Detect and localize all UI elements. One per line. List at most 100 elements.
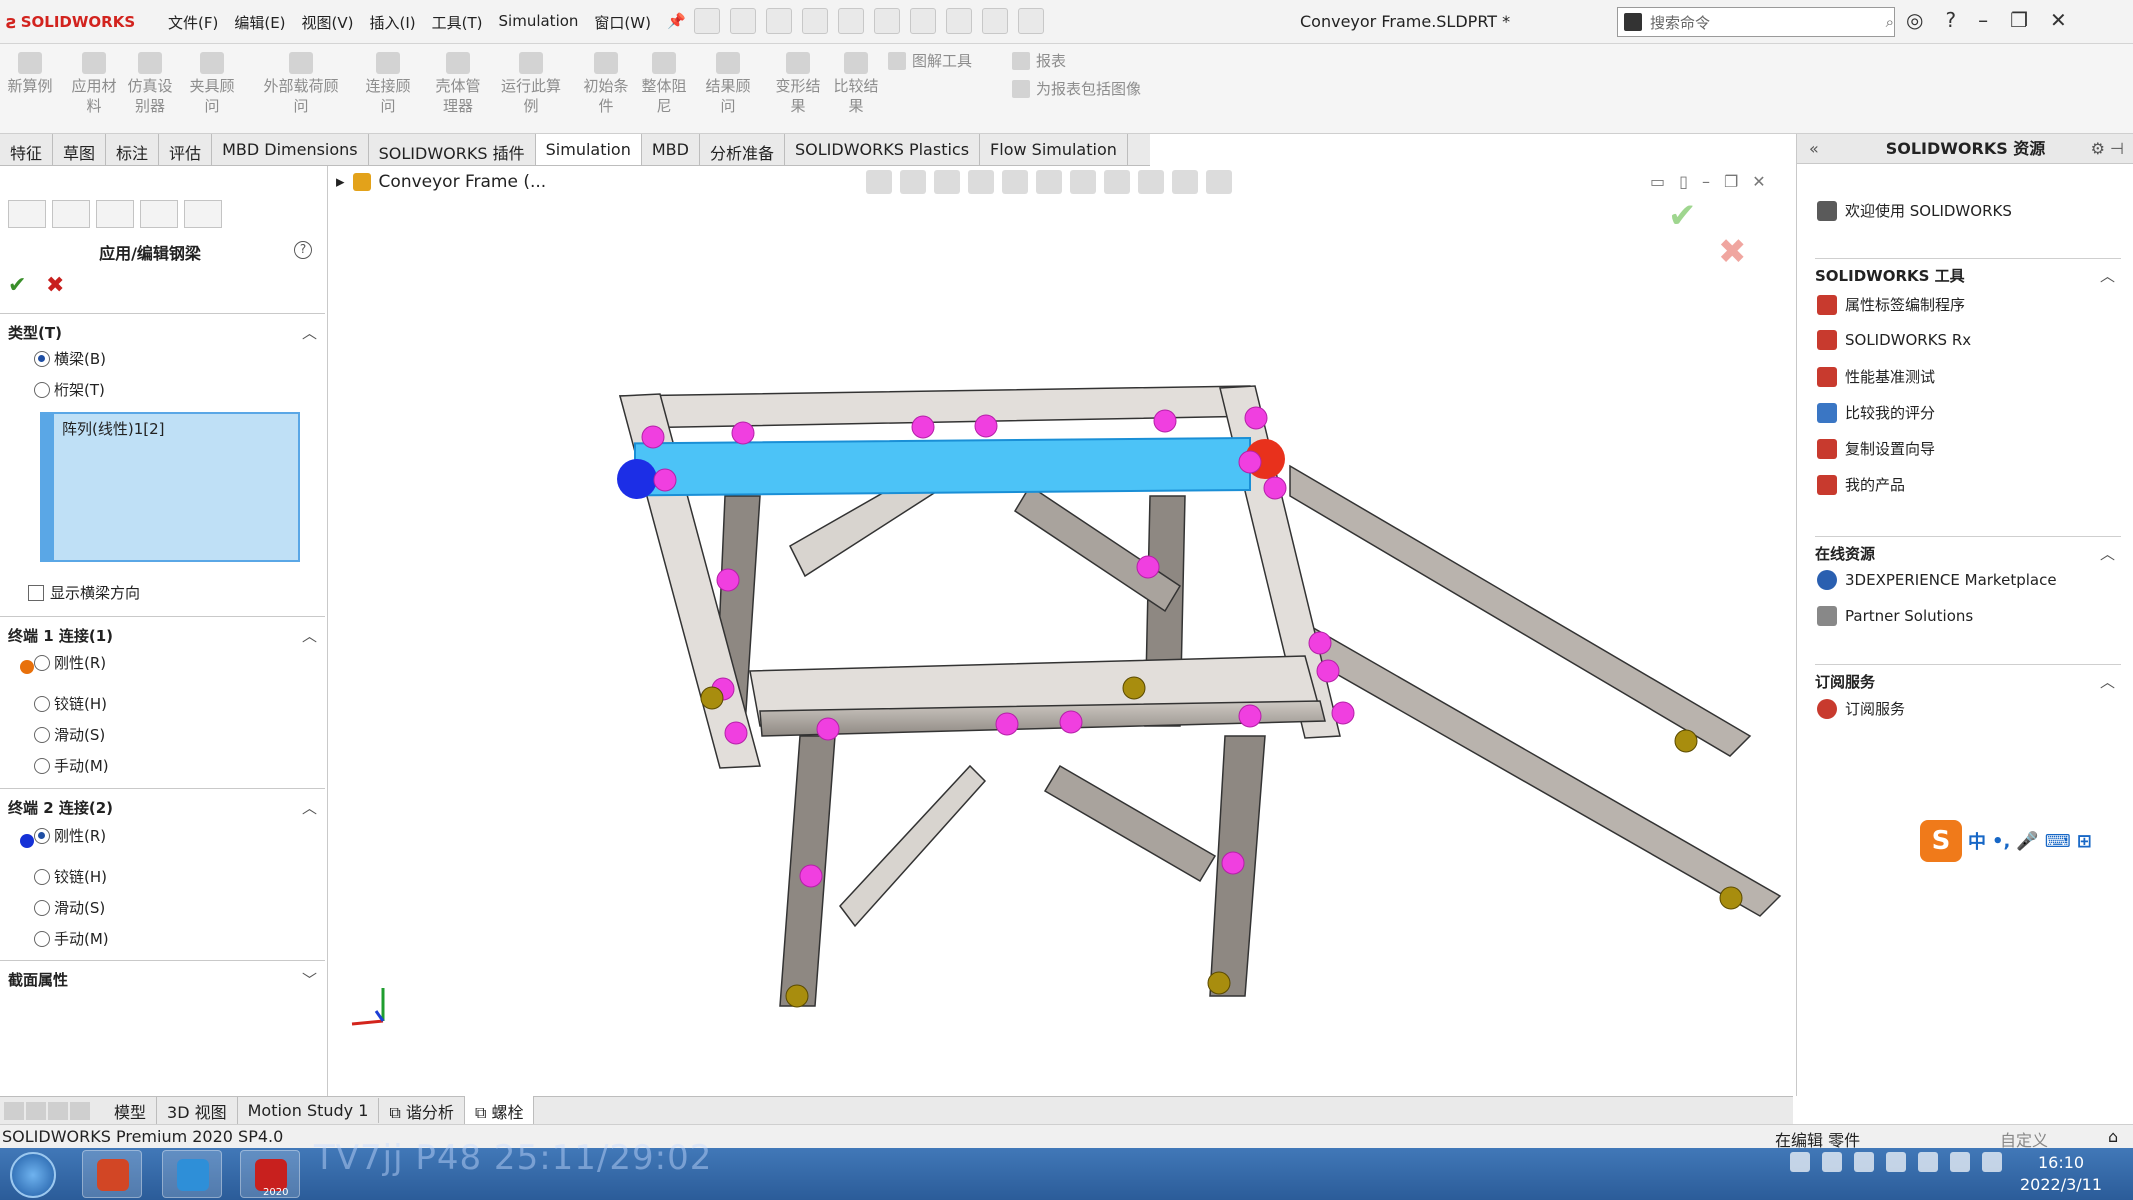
tool-link-my-products[interactable]: 我的产品 bbox=[1817, 474, 1905, 495]
options-gear-icon[interactable] bbox=[1018, 8, 1044, 34]
radio-truss[interactable]: 桁架(T) bbox=[34, 379, 105, 400]
help-icon[interactable]: ? bbox=[294, 241, 312, 259]
save-icon[interactable] bbox=[802, 8, 828, 34]
status-icon[interactable]: ⌂ bbox=[2108, 1127, 2118, 1146]
expand-icon[interactable]: ﹀ bbox=[302, 969, 317, 990]
close-icon[interactable]: ✕ bbox=[2050, 8, 2067, 32]
tab-harmonic-study[interactable]: ⧉ 谐分析 bbox=[379, 1095, 465, 1126]
plot-tools-button[interactable]: 图解工具 bbox=[888, 50, 972, 71]
type-section-header[interactable]: 类型(T) ︿ bbox=[0, 313, 325, 351]
end1-radio-manual[interactable]: 手动(M) bbox=[34, 755, 109, 776]
undo-icon[interactable] bbox=[874, 8, 900, 34]
end2-radio-slide[interactable]: 滑动(S) bbox=[34, 897, 105, 918]
tool-link-benchmark[interactable]: 性能基准测试 bbox=[1817, 366, 1935, 387]
tool-link-rx[interactable]: SOLIDWORKS Rx bbox=[1817, 330, 1971, 350]
initial-conditions-button[interactable]: 初始条件 bbox=[578, 52, 634, 116]
subscription-group-header[interactable]: 订阅服务 ︿ bbox=[1815, 664, 2121, 692]
section-properties-header[interactable]: 截面属性 ﹀ bbox=[0, 960, 325, 998]
deformed-result-button[interactable]: 变形结果 bbox=[770, 52, 826, 116]
last-tab-icon[interactable] bbox=[70, 1101, 90, 1120]
connections-advisor-button[interactable]: 连接顾问 bbox=[360, 52, 416, 116]
menu-tools[interactable]: 工具(T) bbox=[424, 12, 491, 33]
cancel-icon[interactable]: ✖ bbox=[46, 273, 64, 298]
flag-icon[interactable] bbox=[1918, 1152, 1938, 1172]
end1-radio-rigid[interactable]: 刚性(R) bbox=[34, 652, 106, 673]
end1-section-header[interactable]: 终端 1 连接(1) ︿ bbox=[0, 616, 325, 654]
pin-icon[interactable]: 📌 bbox=[659, 12, 694, 33]
start-button[interactable] bbox=[10, 1152, 56, 1198]
taskbar-solidworks[interactable]: 2020 bbox=[240, 1150, 300, 1198]
compare-results-button[interactable]: 比较结果 bbox=[828, 52, 884, 116]
dimxpert-icon[interactable] bbox=[140, 200, 178, 228]
tab-analysis-prep[interactable]: 分析准备 bbox=[700, 134, 785, 165]
tab-addins[interactable]: SOLIDWORKS 插件 bbox=[369, 134, 536, 165]
global-damping-button[interactable]: 整体阻尼 bbox=[636, 52, 692, 116]
network-icon[interactable] bbox=[1982, 1152, 2002, 1172]
collapse-icon[interactable]: ︿ bbox=[302, 797, 317, 818]
collapse-icon[interactable]: ︿ bbox=[302, 625, 317, 646]
ime-tray-icon[interactable] bbox=[1854, 1152, 1874, 1172]
show-direction-checkbox[interactable]: 显示横梁方向 bbox=[28, 582, 140, 603]
display-manager-icon[interactable] bbox=[184, 200, 222, 228]
battery-icon[interactable] bbox=[1950, 1152, 1970, 1172]
checkbox[interactable] bbox=[28, 584, 44, 601]
solidworks-logo[interactable]: ƨ SOLIDWORKS bbox=[6, 9, 135, 35]
configuration-manager-icon[interactable] bbox=[96, 200, 134, 228]
feature-manager-icon[interactable] bbox=[8, 200, 46, 228]
pane-options-icon[interactable]: ⚙ ⊣ bbox=[2091, 134, 2124, 164]
end1-radio-hinge[interactable]: 铰链(H) bbox=[34, 693, 107, 714]
help-icon[interactable]: ? bbox=[1945, 8, 1956, 32]
simulation-identifier-button[interactable]: 仿真设别器 bbox=[122, 52, 178, 116]
new-icon[interactable] bbox=[730, 8, 756, 34]
rebuild-icon[interactable] bbox=[946, 8, 972, 34]
report-button[interactable]: 报表 bbox=[1012, 50, 1066, 71]
collapse-icon[interactable]: ︿ bbox=[2100, 543, 2115, 564]
online-link-marketplace[interactable]: 3DEXPERIENCE Marketplace bbox=[1817, 570, 2057, 590]
beam-selection-box[interactable]: 阵列(线性)1[2] bbox=[40, 412, 300, 562]
end1-radio-slide[interactable]: 滑动(S) bbox=[34, 724, 105, 745]
graphics-area[interactable]: ▸ Conveyor Frame (... ▭ ▯ – ❐ ✕ ✔ ✖ bbox=[330, 166, 2122, 1096]
minimize-icon[interactable]: – bbox=[1978, 8, 1988, 32]
help-tray-icon[interactable] bbox=[1822, 1152, 1842, 1172]
apply-material-button[interactable]: 应用材料 bbox=[66, 52, 122, 116]
collapse-icon[interactable]: ︿ bbox=[302, 322, 317, 343]
sogou-logo-icon[interactable]: S bbox=[1920, 820, 1962, 862]
tab-bolt-study[interactable]: ⧉ 螺栓 bbox=[464, 1095, 535, 1126]
menu-edit[interactable]: 编辑(E) bbox=[226, 12, 293, 33]
ime-microphone-icon[interactable]: 🎤 bbox=[2016, 831, 2038, 852]
tab-motion-study[interactable]: Motion Study 1 bbox=[238, 1098, 380, 1123]
ime-menu-icon[interactable]: ⊞ bbox=[2077, 831, 2092, 852]
tab-model[interactable]: 模型 bbox=[104, 1095, 158, 1126]
select-icon[interactable] bbox=[910, 8, 936, 34]
shell-manager-button[interactable]: 壳体管理器 bbox=[430, 52, 486, 116]
external-loads-advisor-button[interactable]: 外部载荷顾问 bbox=[258, 52, 344, 116]
tab-evaluate[interactable]: 评估 bbox=[159, 134, 213, 165]
taskbar-media[interactable] bbox=[162, 1150, 222, 1198]
collapse-icon[interactable]: ︿ bbox=[2100, 265, 2115, 286]
fixtures-advisor-button[interactable]: 夹具顾问 bbox=[184, 52, 240, 116]
welcome-link[interactable]: 欢迎使用 SOLIDWORKS bbox=[1817, 200, 2012, 221]
search-icon[interactable]: ⌕ bbox=[1886, 13, 1894, 31]
end2-radio-hinge[interactable]: 铰链(H) bbox=[34, 866, 107, 887]
tab-markup[interactable]: 标注 bbox=[106, 134, 160, 165]
collapse-icon[interactable]: ︿ bbox=[2100, 671, 2115, 692]
search-input[interactable]: 搜索命令 bbox=[1650, 12, 1878, 33]
menu-simulation[interactable]: Simulation bbox=[491, 12, 587, 33]
tools-group-header[interactable]: SOLIDWORKS 工具 ︿ bbox=[1815, 258, 2121, 286]
prev-tab-icon[interactable] bbox=[26, 1101, 46, 1120]
online-link-partner[interactable]: Partner Solutions bbox=[1817, 606, 1973, 626]
print-icon[interactable] bbox=[838, 8, 864, 34]
tool-link-copy-settings[interactable]: 复制设置向导 bbox=[1817, 438, 1935, 459]
new-study-button[interactable]: 新算例 bbox=[2, 52, 58, 96]
tab-mbd[interactable]: MBD bbox=[642, 134, 700, 165]
online-group-header[interactable]: 在线资源 ︿ bbox=[1815, 536, 2121, 564]
tab-simulation[interactable]: Simulation bbox=[535, 134, 642, 165]
sogou-tray-icon[interactable] bbox=[1790, 1152, 1810, 1172]
clock[interactable]: 16:10 2022/3/11 bbox=[2020, 1152, 2102, 1196]
results-advisor-button[interactable]: 结果顾问 bbox=[700, 52, 756, 116]
end2-radio-manual[interactable]: 手动(M) bbox=[34, 928, 109, 949]
radio-beam[interactable]: 横梁(B) bbox=[34, 348, 106, 369]
end2-radio-rigid[interactable]: 刚性(R) bbox=[34, 825, 106, 846]
home-icon[interactable] bbox=[694, 8, 720, 34]
run-study-button[interactable]: 运行此算例 bbox=[496, 52, 566, 116]
